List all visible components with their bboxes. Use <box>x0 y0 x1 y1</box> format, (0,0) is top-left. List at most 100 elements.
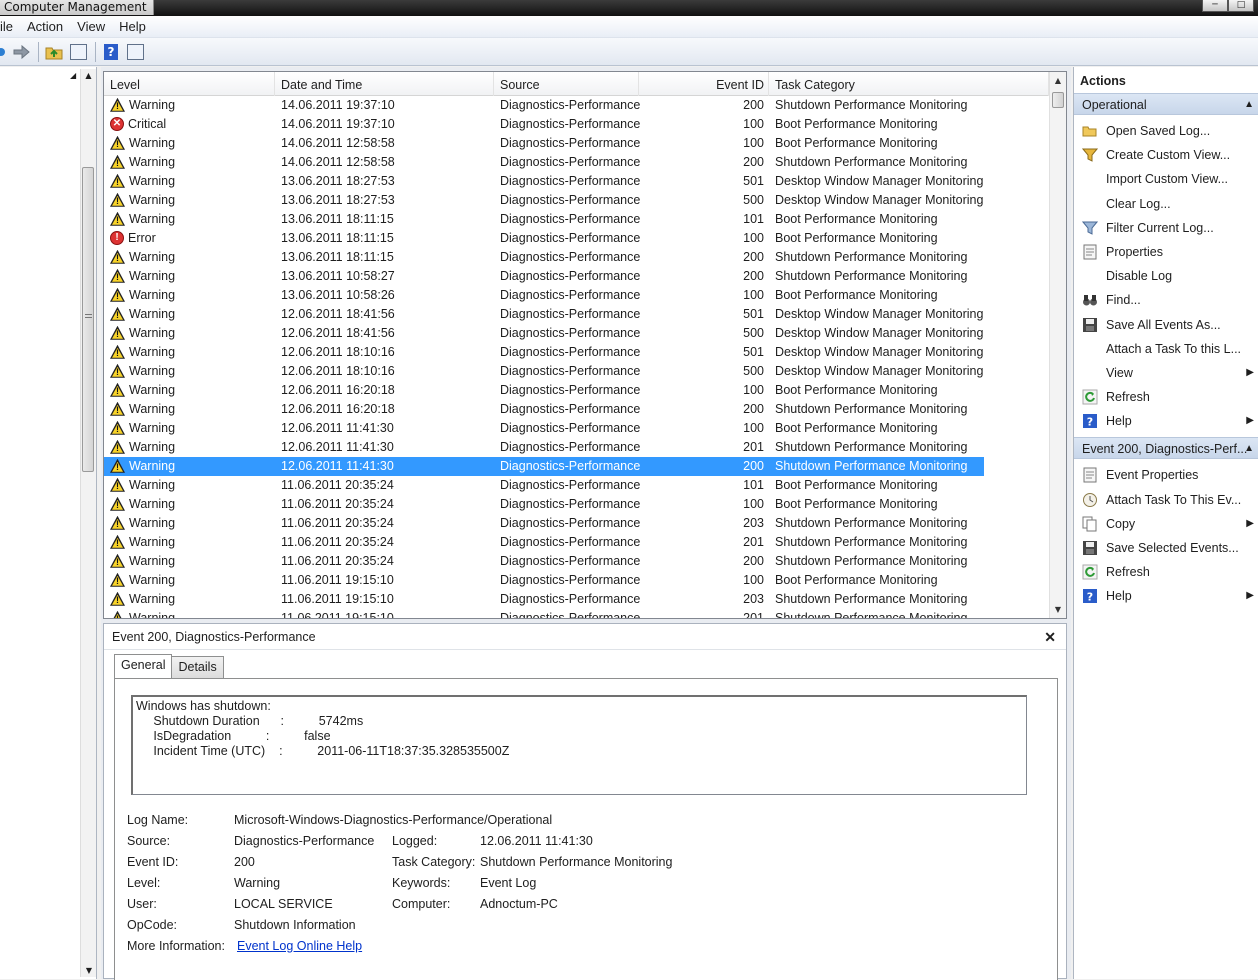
menu-help[interactable]: Help <box>112 16 153 38</box>
action-help[interactable]: ? Help ▶ <box>1074 584 1258 608</box>
action-refresh[interactable]: Refresh <box>1074 385 1258 409</box>
back-button[interactable] <box>0 41 8 63</box>
action-clear-log[interactable]: Clear Log... <box>1074 192 1258 216</box>
collapse-up-icon[interactable]: ▲ <box>1244 438 1254 458</box>
tab-general[interactable]: General <box>114 654 173 678</box>
up-folder-button[interactable] <box>43 41 65 63</box>
collapse-arrow-icon[interactable]: ◢ <box>70 71 76 80</box>
cell-level: Warning <box>110 609 270 618</box>
table-row[interactable]: Warning 12.06.2011 18:41:56 Diagnostics-Pe… <box>104 324 1049 343</box>
column-header-source[interactable]: Source <box>494 72 639 96</box>
table-row[interactable]: Warning 14.06.2011 19:37:10 Diagnostics-Pe… <box>104 96 1049 115</box>
console-tree[interactable]: ◢ ▲ ▼ <box>0 67 97 979</box>
event-list[interactable]: Level Date and Time Source Event ID Task… <box>103 71 1067 619</box>
scroll-down-arrow-icon[interactable]: ▼ <box>1050 601 1066 618</box>
cell-task-category: Boot Performance Monitoring <box>775 497 938 511</box>
show-hide-tree-button[interactable] <box>67 41 89 63</box>
help-button[interactable]: ? <box>100 41 122 63</box>
menu-file[interactable]: ile <box>0 16 20 38</box>
column-header-level[interactable]: Level <box>104 72 275 96</box>
table-row[interactable]: Warning 12.06.2011 16:20:18 Diagnostics-Pe… <box>104 381 1049 400</box>
column-header-task-category[interactable]: Task Category <box>769 72 1049 96</box>
table-row[interactable]: Warning 13.06.2011 18:11:15 Diagnostics-Pe… <box>104 210 1049 229</box>
cell-event-id: 200 <box>743 402 764 416</box>
event-list-scrollbar[interactable]: ▲ ▼ <box>1049 72 1066 618</box>
table-row[interactable]: Warning 11.06.2011 19:15:10 Diagnostics-Pe… <box>104 571 1049 590</box>
action-open-saved-log[interactable]: Open Saved Log... <box>1074 119 1258 143</box>
close-icon[interactable]: ✕ <box>1044 624 1056 650</box>
action-refresh[interactable]: Refresh <box>1074 560 1258 584</box>
cell-level: Warning <box>110 153 270 172</box>
table-row[interactable]: Warning 13.06.2011 18:11:15 Diagnostics-Pe… <box>104 248 1049 267</box>
table-row[interactable]: ! Error 13.06.2011 18:11:15 Diagnostics-Per… <box>104 229 1049 248</box>
table-row[interactable]: Warning 12.06.2011 18:41:56 Diagnostics-Pe… <box>104 305 1049 324</box>
cell-date: 14.06.2011 19:37:10 <box>281 117 395 131</box>
action-filter-current-log[interactable]: Filter Current Log... <box>1074 216 1258 240</box>
column-header-date[interactable]: Date and Time <box>275 72 494 96</box>
menu-view[interactable]: View <box>70 16 112 38</box>
scroll-up-arrow-icon[interactable]: ▲ <box>1050 72 1066 89</box>
action-copy[interactable]: Copy ▶ <box>1074 512 1258 536</box>
action-pane-button[interactable] <box>124 41 146 63</box>
action-disable-log[interactable]: Disable Log <box>1074 264 1258 288</box>
table-row[interactable]: Warning 12.06.2011 18:10:16 Diagnostics-Pe… <box>104 343 1049 362</box>
action-save-selected-events[interactable]: Save Selected Events... <box>1074 536 1258 560</box>
tab-details[interactable]: Details <box>171 656 224 678</box>
level-text: Warning <box>129 269 176 283</box>
table-row-selected[interactable]: Warning 12.06.2011 11:41:30 Diagnostics-Pe… <box>104 457 984 476</box>
table-row[interactable]: Warning 13.06.2011 10:58:26 Diagnostics-Pe… <box>104 286 1049 305</box>
table-row[interactable]: Warning 13.06.2011 18:27:53 Diagnostics-Pe… <box>104 191 1049 210</box>
table-row[interactable]: Warning 11.06.2011 20:35:24 Diagnostics-Pe… <box>104 533 1049 552</box>
cell-task-category: Shutdown Performance Monitoring <box>775 459 968 473</box>
table-row[interactable]: Warning 12.06.2011 16:20:18 Diagnostics-Pe… <box>104 400 1049 419</box>
table-row[interactable]: Warning 11.06.2011 20:35:24 Diagnostics-Pe… <box>104 495 1049 514</box>
cell-task-category: Boot Performance Monitoring <box>775 421 938 435</box>
action-find[interactable]: Find... <box>1074 288 1258 312</box>
table-row[interactable]: Warning 14.06.2011 12:58:58 Diagnostics-Pe… <box>104 153 1049 172</box>
action-event-properties[interactable]: Event Properties <box>1074 463 1258 487</box>
table-row[interactable]: Warning 12.06.2011 18:10:16 Diagnostics-Pe… <box>104 362 1049 381</box>
forward-button[interactable] <box>10 41 32 63</box>
column-header-event-id[interactable]: Event ID <box>639 72 769 96</box>
table-row[interactable]: Warning 12.06.2011 11:41:30 Diagnostics-Pe… <box>104 419 1049 438</box>
action-properties[interactable]: Properties <box>1074 240 1258 264</box>
table-row[interactable]: Warning 11.06.2011 19:15:10 Diagnostics-Pe… <box>104 590 1049 609</box>
menu-action[interactable]: Action <box>20 16 70 38</box>
table-row[interactable]: Warning 11.06.2011 20:35:24 Diagnostics-Pe… <box>104 514 1049 533</box>
actions-section-event[interactable]: Event 200, Diagnostics-Perf... ▲ <box>1074 437 1258 460</box>
table-row[interactable]: Warning 11.06.2011 20:35:24 Diagnostics-Pe… <box>104 552 1049 571</box>
action-create-custom-view[interactable]: Create Custom View... <box>1074 143 1258 167</box>
event-actions-list: Event Properties Attach Task To This Ev..… <box>1074 463 1258 608</box>
table-row[interactable]: Warning 12.06.2011 11:41:30 Diagnostics-Pe… <box>104 438 1049 457</box>
maximize-button[interactable]: □ <box>1228 0 1254 12</box>
cell-event-id: 500 <box>743 364 764 378</box>
warning-icon <box>110 591 125 606</box>
action-help[interactable]: ? Help ▶ <box>1074 409 1258 433</box>
event-log-online-help-link[interactable]: Event Log Online Help <box>237 939 362 953</box>
minimize-button[interactable]: ─ <box>1202 0 1228 12</box>
action-attach-a-task-to-this-l[interactable]: Attach a Task To this L... <box>1074 337 1258 361</box>
cell-date: 13.06.2011 18:11:15 <box>281 212 394 226</box>
action-import-custom-view[interactable]: Import Custom View... <box>1074 167 1258 191</box>
table-row[interactable]: Warning 13.06.2011 18:27:53 Diagnostics-Pe… <box>104 172 1049 191</box>
event-list-scroll-thumb[interactable] <box>1052 92 1064 108</box>
actions-section-operational[interactable]: Operational ▲ <box>1074 93 1258 115</box>
cell-level: Warning <box>110 210 270 229</box>
event-message-box[interactable]: Windows has shutdown: Shutdown Duration … <box>131 695 1027 795</box>
action-view[interactable]: View ▶ <box>1074 361 1258 385</box>
cell-level: Warning <box>110 514 270 533</box>
table-row[interactable]: Warning 13.06.2011 10:58:27 Diagnostics-Pe… <box>104 267 1049 286</box>
tree-scroll-thumb[interactable] <box>82 167 94 472</box>
table-row[interactable]: Warning 11.06.2011 19:15:10 Diagnostics-Pe… <box>104 609 1049 618</box>
table-row[interactable]: ✕ Critical 14.06.2011 19:37:10 Diagnostics-… <box>104 115 1049 134</box>
action-save-all-events-as[interactable]: Save All Events As... <box>1074 313 1258 337</box>
action-label: Save Selected Events... <box>1106 541 1239 555</box>
scroll-up-arrow-icon[interactable]: ▲ <box>81 69 96 83</box>
action-attach-task-to-this-ev[interactable]: Attach Task To This Ev... <box>1074 488 1258 512</box>
scroll-down-arrow-icon[interactable]: ▼ <box>81 966 97 975</box>
table-row[interactable]: Warning 11.06.2011 20:35:24 Diagnostics-Pe… <box>104 476 1049 495</box>
cell-level: Warning <box>110 191 270 210</box>
table-row[interactable]: Warning 14.06.2011 12:58:58 Diagnostics-Pe… <box>104 134 1049 153</box>
collapse-up-icon[interactable]: ▲ <box>1244 94 1254 114</box>
level-text: Warning <box>129 345 176 359</box>
